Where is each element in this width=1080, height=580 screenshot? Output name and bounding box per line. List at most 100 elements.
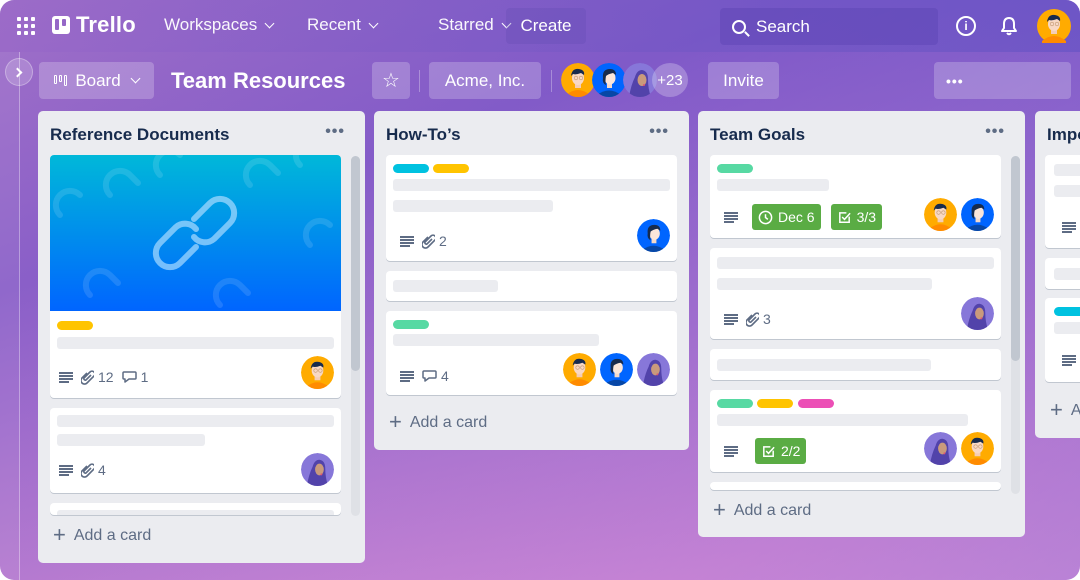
- search-input[interactable]: Search: [720, 8, 938, 45]
- card[interactable]: 4: [50, 408, 341, 493]
- add-card-button[interactable]: + A: [1050, 399, 1080, 421]
- app-name: Trello: [76, 12, 136, 37]
- comment-icon: [422, 370, 437, 382]
- plus-icon: +: [53, 522, 66, 547]
- trello-logo[interactable]: Trello: [52, 12, 136, 38]
- info-icon[interactable]: i: [956, 16, 976, 36]
- card-partial[interactable]: [710, 482, 1001, 490]
- list-scrollbar[interactable]: [351, 156, 360, 516]
- member-avatar[interactable]: [637, 219, 670, 252]
- scroll-thumb[interactable]: [351, 156, 360, 371]
- description-icon: [724, 445, 738, 457]
- checklist-icon: [763, 445, 775, 457]
- paperclip-icon: [81, 369, 94, 385]
- clock-icon: [758, 210, 773, 224]
- chevron-down-icon: [130, 73, 141, 84]
- card-title-placeholder: [57, 415, 334, 427]
- add-card-button[interactable]: + Add a card: [713, 499, 812, 521]
- list-menu-icon[interactable]: •••: [649, 123, 669, 141]
- search-icon: [732, 19, 746, 34]
- member-avatar[interactable]: [301, 453, 334, 486]
- add-card-label: A: [1070, 402, 1080, 419]
- app-switcher-icon[interactable]: [17, 17, 35, 35]
- card[interactable]: 2: [386, 155, 677, 261]
- divider: [419, 70, 420, 92]
- list-title[interactable]: How-To’s: [386, 125, 461, 145]
- card[interactable]: 4: [386, 311, 677, 395]
- card[interactable]: 12 1: [50, 155, 341, 398]
- workspaces-menu[interactable]: Workspaces: [164, 15, 275, 35]
- member-avatar[interactable]: [924, 198, 957, 231]
- card[interactable]: [386, 271, 677, 301]
- member-avatar[interactable]: [600, 353, 633, 386]
- card-badges: 4: [59, 462, 106, 478]
- member-avatar[interactable]: [961, 198, 994, 231]
- attachments-badge: 12: [81, 369, 114, 385]
- attachments-count: 12: [98, 369, 114, 385]
- card-members: [301, 453, 334, 486]
- add-card-button[interactable]: + Add a card: [53, 522, 151, 547]
- list-scrollbar[interactable]: [1011, 156, 1020, 494]
- scroll-thumb[interactable]: [1011, 156, 1020, 361]
- member-avatar[interactable]: [563, 353, 596, 386]
- star-board-button[interactable]: ☆: [372, 62, 410, 99]
- card[interactable]: 3: [710, 248, 1001, 339]
- board-title[interactable]: Team Resources: [171, 68, 345, 94]
- card-title-placeholder: [393, 280, 498, 292]
- trello-app: Trello Workspaces Recent Starred Create …: [0, 0, 1080, 580]
- member-avatar[interactable]: [592, 63, 626, 97]
- member-avatar[interactable]: [961, 297, 994, 330]
- attachments-count: 4: [98, 462, 106, 478]
- member-avatar[interactable]: [961, 432, 994, 465]
- member-avatar[interactable]: [561, 63, 595, 97]
- add-card-label: Add a card: [733, 502, 812, 519]
- user-avatar[interactable]: [1037, 9, 1071, 43]
- board-members[interactable]: +23: [561, 63, 688, 98]
- card[interactable]: [1045, 258, 1080, 289]
- due-date: Dec 6: [778, 209, 815, 225]
- list-team-goals: Team Goals ••• Dec 6 3/3 3 2/2 + Add a c…: [698, 111, 1025, 537]
- card[interactable]: [1045, 155, 1080, 248]
- create-button[interactable]: Create: [506, 8, 586, 44]
- bell-icon[interactable]: [1000, 16, 1018, 36]
- list-how-tos: How-To’s ••• 2 4 + Add a card: [374, 111, 689, 450]
- chevron-right-icon: [12, 67, 23, 77]
- starred-menu[interactable]: Starred: [438, 15, 512, 35]
- card-partial[interactable]: [50, 503, 341, 515]
- card[interactable]: Dec 6 3/3: [710, 155, 1001, 238]
- link-icon: [52, 155, 333, 308]
- card-title-placeholder: [717, 257, 994, 269]
- card[interactable]: [710, 349, 1001, 380]
- card-title-placeholder: [717, 414, 968, 426]
- card-badges: 4: [400, 368, 449, 384]
- list-title[interactable]: Team Goals: [710, 125, 805, 145]
- due-date-badge[interactable]: Dec 6: [752, 204, 821, 230]
- card-title-placeholder: [717, 278, 932, 290]
- list-menu-icon[interactable]: •••: [325, 123, 345, 141]
- board-view-switcher[interactable]: Board: [39, 62, 154, 99]
- member-avatar[interactable]: [301, 356, 334, 389]
- checklist-count: 3/3: [856, 209, 877, 225]
- card-label: [433, 164, 469, 173]
- recent-menu[interactable]: Recent: [307, 15, 379, 35]
- card-title-placeholder: [1054, 164, 1080, 176]
- invite-button[interactable]: Invite: [708, 62, 779, 99]
- more-members-count[interactable]: +23: [652, 63, 688, 97]
- list-title[interactable]: Impo: [1047, 125, 1080, 145]
- description-icon: [1062, 355, 1076, 366]
- paperclip-icon: [422, 233, 435, 249]
- member-avatar[interactable]: [924, 432, 957, 465]
- list-title[interactable]: Reference Documents: [50, 125, 230, 145]
- expand-sidebar-button[interactable]: [5, 58, 33, 86]
- plus-icon: +: [389, 409, 402, 434]
- list-reference-documents: Reference Documents ••• 12 1 4 + Add a c…: [38, 111, 365, 563]
- card[interactable]: 2/2: [710, 390, 1001, 472]
- card-title-placeholder: [1054, 322, 1080, 334]
- workspace-button[interactable]: Acme, Inc.: [429, 62, 541, 99]
- member-avatar[interactable]: [637, 353, 670, 386]
- star-icon: ☆: [382, 70, 400, 92]
- list-menu-icon[interactable]: •••: [985, 123, 1005, 141]
- board-menu-button[interactable]: •••: [934, 62, 1071, 99]
- add-card-button[interactable]: + Add a card: [389, 409, 487, 434]
- card[interactable]: [1045, 298, 1080, 382]
